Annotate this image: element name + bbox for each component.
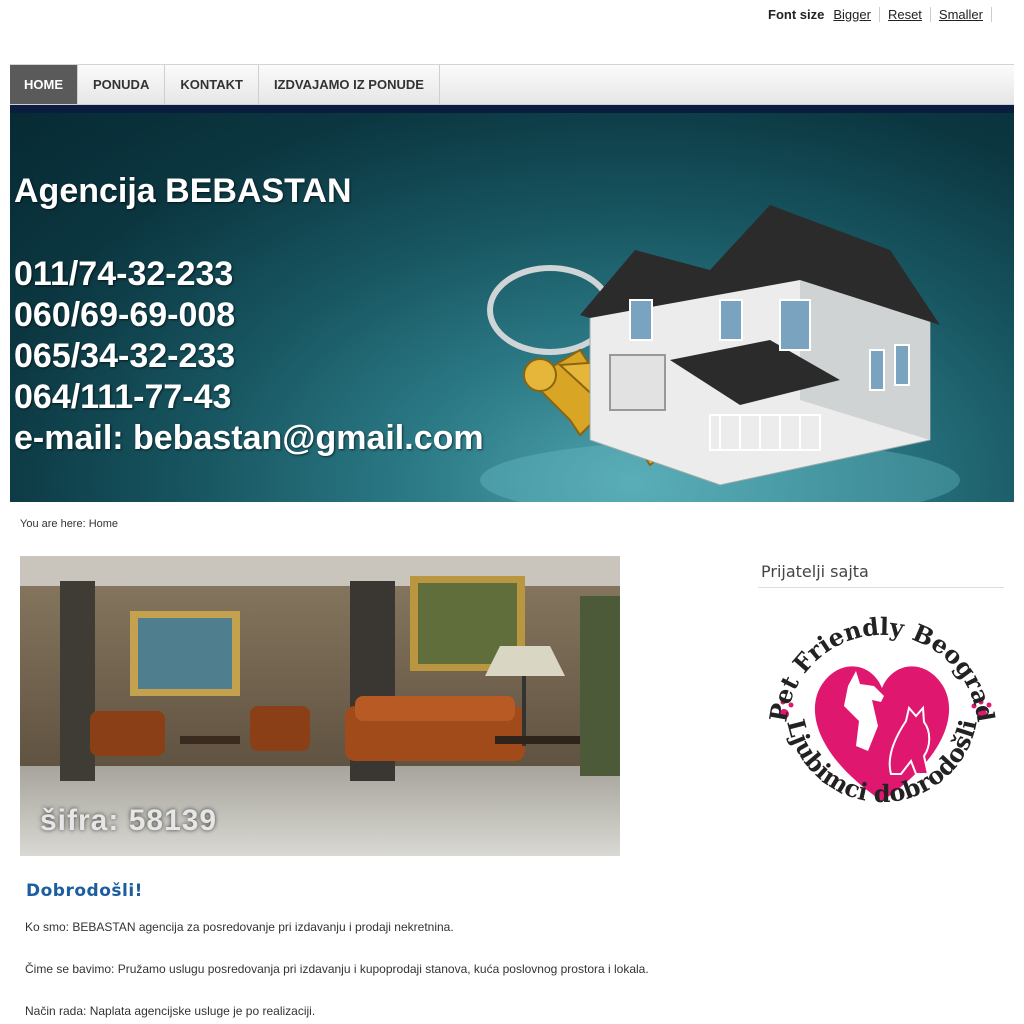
property-photo: šifra: 58139 [20, 556, 620, 856]
font-bigger-link[interactable]: Bigger [833, 7, 880, 22]
font-reset-link[interactable]: Reset [880, 7, 931, 22]
phone-number: 064/111-77-43 [14, 378, 232, 416]
paragraph-who-we-are: Ko smo: BEBASTAN agencija za posredovanj… [25, 920, 454, 934]
email-address: e-mail: bebastan@gmail.com [14, 419, 484, 457]
nav-item-home[interactable]: HOME [10, 65, 78, 104]
phone-number: 065/34-32-233 [14, 337, 236, 375]
house-with-keys-image [480, 205, 960, 502]
banner-top-strip [10, 105, 1014, 113]
paragraph-what-we-do: Čime se bavimo: Pružamo uslugu posredova… [25, 962, 649, 976]
font-size-controls: Font size Bigger Reset Smaller [768, 7, 992, 22]
sidebar-divider [758, 587, 1004, 588]
phone-number: 011/74-32-233 [14, 255, 234, 293]
pet-friendly-logo[interactable]: Pet Friendly Beograd Ljubimci dobrodošli [756, 596, 1008, 842]
property-code: šifra: 58139 [40, 804, 218, 837]
font-size-label: Font size [768, 7, 825, 22]
welcome-heading: Dobrodošli! [26, 881, 143, 901]
sidebar-title: Prijatelji sajta [761, 562, 869, 581]
paragraph-how-we-work: Način rada: Naplata agencijske usluge je… [25, 1004, 316, 1018]
nav-item-izdvajamo[interactable]: IZDVAJAMO IZ PONUDE [259, 65, 440, 104]
font-smaller-link[interactable]: Smaller [931, 7, 992, 22]
agency-title: Agencija BEBASTAN [14, 172, 352, 210]
breadcrumb: You are here: Home [20, 518, 119, 530]
main-navigation: HOME PONUDA KONTAKT IZDVAJAMO IZ PONUDE [10, 64, 1014, 105]
nav-item-ponuda[interactable]: PONUDA [78, 65, 166, 104]
header-banner: Agencija BEBASTAN 011/74-32-233 060/69-6… [10, 105, 1014, 502]
phone-number: 060/69-69-008 [14, 296, 236, 334]
nav-item-kontakt[interactable]: KONTAKT [165, 65, 259, 104]
